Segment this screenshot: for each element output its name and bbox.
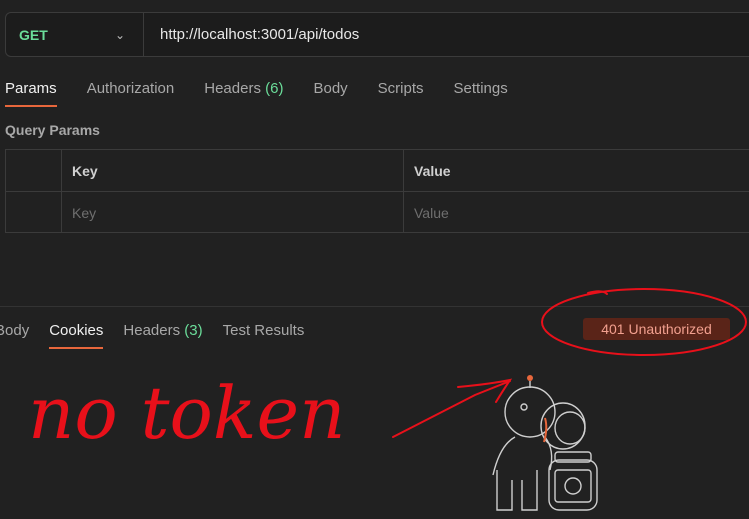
handwritten-note: no token [28,371,346,455]
annotation-overlay: no token [28,288,747,511]
astronaut-illustration [492,375,598,511]
